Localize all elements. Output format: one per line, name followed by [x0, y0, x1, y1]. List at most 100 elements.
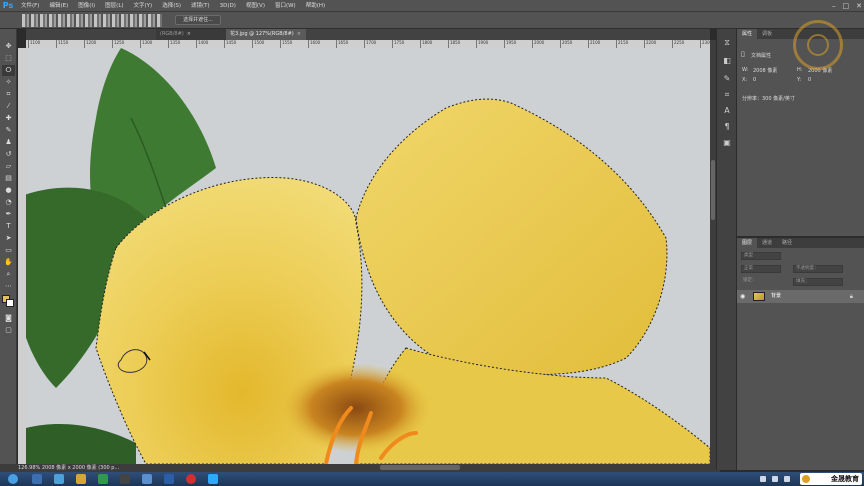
menu-image[interactable]: 图像(I) — [73, 0, 100, 12]
status-bar: 126.98% 2008 像素 x 2000 像素 (300 p... — [0, 464, 720, 472]
lasso-tool-icon[interactable]: ⵔ — [2, 65, 15, 76]
ruler-tick-label: 2250 — [672, 40, 684, 48]
move-tool-icon[interactable]: ✥ — [2, 41, 15, 52]
ruler-tick-label: 1400 — [196, 40, 208, 48]
y-value: 0 — [808, 77, 812, 83]
taskbar-photoshop-icon[interactable] — [208, 474, 218, 484]
ruler-tick-label: 1800 — [420, 40, 432, 48]
dodge-tool-icon[interactable]: ◔ — [2, 197, 15, 208]
menu-edit[interactable]: 编辑(E) — [44, 0, 73, 12]
lock-icon: 🔒︎ — [849, 293, 853, 300]
background-color-swatch[interactable] — [6, 299, 14, 307]
taskbar-app-icon[interactable] — [120, 474, 130, 484]
horizontal-scroll-thumb[interactable] — [380, 465, 460, 470]
brush-panel-icon[interactable]: ✎ — [721, 73, 733, 85]
taskbar-app-icon[interactable] — [164, 474, 174, 484]
menu-filter[interactable]: 滤镜(T) — [186, 0, 215, 12]
taskbar-app-icon[interactable] — [186, 474, 196, 484]
gradient-tool-icon[interactable]: ▤ — [2, 173, 15, 184]
tab-document-1[interactable]: (RGB/8#) × — [156, 29, 226, 40]
eyedropper-tool-icon[interactable]: ⁄ — [2, 101, 15, 112]
taskbar-app-icon[interactable] — [76, 474, 86, 484]
fill-field[interactable]: 填充： — [793, 278, 843, 286]
menu-type[interactable]: 文字(Y) — [129, 0, 158, 12]
ruler-tick-label: 1900 — [476, 40, 488, 48]
document-canvas[interactable] — [26, 48, 710, 464]
tab-label: 花3.jpg @ 127%(RGB/8#) — [230, 31, 294, 37]
history-brush-tool-icon[interactable]: ↺ — [2, 149, 15, 160]
blur-tool-icon[interactable]: ● — [2, 185, 15, 196]
visibility-eye-icon[interactable]: ◉ — [740, 290, 745, 303]
ruler-tick-label: 1650 — [336, 40, 348, 48]
ruler-tick-label: 1700 — [364, 40, 376, 48]
photoshop-logo: Ps — [2, 0, 14, 10]
start-button-icon[interactable] — [8, 474, 18, 484]
quick-mask-icon[interactable]: ◙ — [2, 313, 15, 324]
ruler-tick-label: 1350 — [168, 40, 180, 48]
swatches-panel-icon[interactable]: ◧ — [721, 55, 733, 67]
blend-mode-select[interactable]: 正常 — [741, 265, 781, 273]
layer-comps-panel-icon[interactable]: ▣ — [721, 137, 733, 149]
opacity-field[interactable]: 不透明度： — [793, 265, 843, 273]
tab-close-icon[interactable]: × — [297, 31, 301, 37]
options-brush-strip[interactable] — [22, 14, 162, 27]
select-and-mask-button[interactable]: 选择并遮住... — [175, 15, 221, 25]
ruler-tick-label: 2200 — [644, 40, 656, 48]
close-button[interactable]: ✕ — [856, 0, 862, 12]
ruler-tick-label: 1200 — [84, 40, 96, 48]
healing-tool-icon[interactable]: ✚ — [2, 113, 15, 124]
clone-stamp-tool-icon[interactable]: ♟ — [2, 137, 15, 148]
tab-properties[interactable]: 属性 — [737, 29, 758, 39]
menu-help[interactable]: 帮助(H) — [301, 0, 330, 12]
tab-adjustments[interactable]: 调板 — [757, 29, 777, 39]
layer-kind-filter[interactable]: 类型 — [741, 252, 781, 260]
hand-tool-icon[interactable]: ✋ — [2, 257, 15, 268]
minimize-button[interactable]: – — [832, 0, 836, 12]
history-panel-icon[interactable]: ⧖ — [721, 37, 733, 49]
tab-channels[interactable]: 通道 — [757, 238, 777, 248]
taskbar-app-icon[interactable] — [142, 474, 152, 484]
ruler-tick-label: 2150 — [616, 40, 628, 48]
magic-wand-tool-icon[interactable]: ✧ — [2, 77, 15, 88]
eraser-tool-icon[interactable]: ▱ — [2, 161, 15, 172]
more-tools-icon[interactable]: ⋯ — [2, 281, 15, 292]
menu-view[interactable]: 视图(V) — [241, 0, 270, 12]
rectangle-tool-icon[interactable]: ▭ — [2, 245, 15, 256]
brush-tool-icon[interactable]: ✎ — [2, 125, 15, 136]
zoom-tool-icon[interactable]: ⌕ — [2, 269, 15, 280]
ruler-tick-label: 1950 — [504, 40, 516, 48]
maximize-button[interactable]: □ — [843, 0, 850, 12]
menu-file[interactable]: 文件(F) — [16, 0, 44, 12]
tab-paths[interactable]: 路径 — [777, 238, 797, 248]
tab-close-icon[interactable]: × — [187, 31, 191, 37]
tray-icon[interactable] — [760, 476, 766, 482]
paragraph-panel-icon[interactable]: ¶ — [721, 121, 733, 133]
menu-3d[interactable]: 3D(D) — [215, 0, 241, 12]
ruler-tick-label: 1600 — [308, 40, 320, 48]
tray-icon[interactable] — [772, 476, 778, 482]
crop-tool-icon[interactable]: ⌗ — [2, 89, 15, 100]
vertical-scroll-thumb[interactable] — [711, 160, 715, 220]
tab-layers[interactable]: 图层 — [737, 238, 758, 248]
taskbar-app-icon[interactable] — [54, 474, 64, 484]
x-label: X: — [742, 77, 748, 83]
ruler-tick-label: 2050 — [560, 40, 572, 48]
menu-window[interactable]: 窗口(W) — [270, 0, 301, 12]
path-selection-tool-icon[interactable]: ➤ — [2, 233, 15, 244]
adjust-panel-icon[interactable]: ⌗ — [721, 89, 733, 101]
screen-mode-icon[interactable]: ▢ — [2, 325, 15, 336]
width-label: W: — [742, 67, 749, 73]
taskbar-app-icon[interactable] — [32, 474, 42, 484]
pen-tool-icon[interactable]: ✒ — [2, 209, 15, 220]
marquee-tool-icon[interactable]: ⬚ — [2, 53, 15, 64]
character-panel-icon[interactable]: A — [721, 105, 733, 117]
menu-select[interactable]: 选择(S) — [157, 0, 186, 12]
layer-row-background[interactable]: ◉ 背景 🔒︎ — [737, 290, 864, 303]
window-controls: – □ ✕ — [832, 0, 862, 12]
taskbar-app-icon[interactable] — [98, 474, 108, 484]
menu-layer[interactable]: 图层(L) — [100, 0, 128, 12]
options-bar: 选择并遮住... — [0, 12, 864, 29]
tab-document-active[interactable]: 花3.jpg @ 127%(RGB/8#) × — [226, 29, 306, 40]
type-tool-icon[interactable]: T — [2, 221, 15, 232]
tray-icon[interactable] — [784, 476, 790, 482]
